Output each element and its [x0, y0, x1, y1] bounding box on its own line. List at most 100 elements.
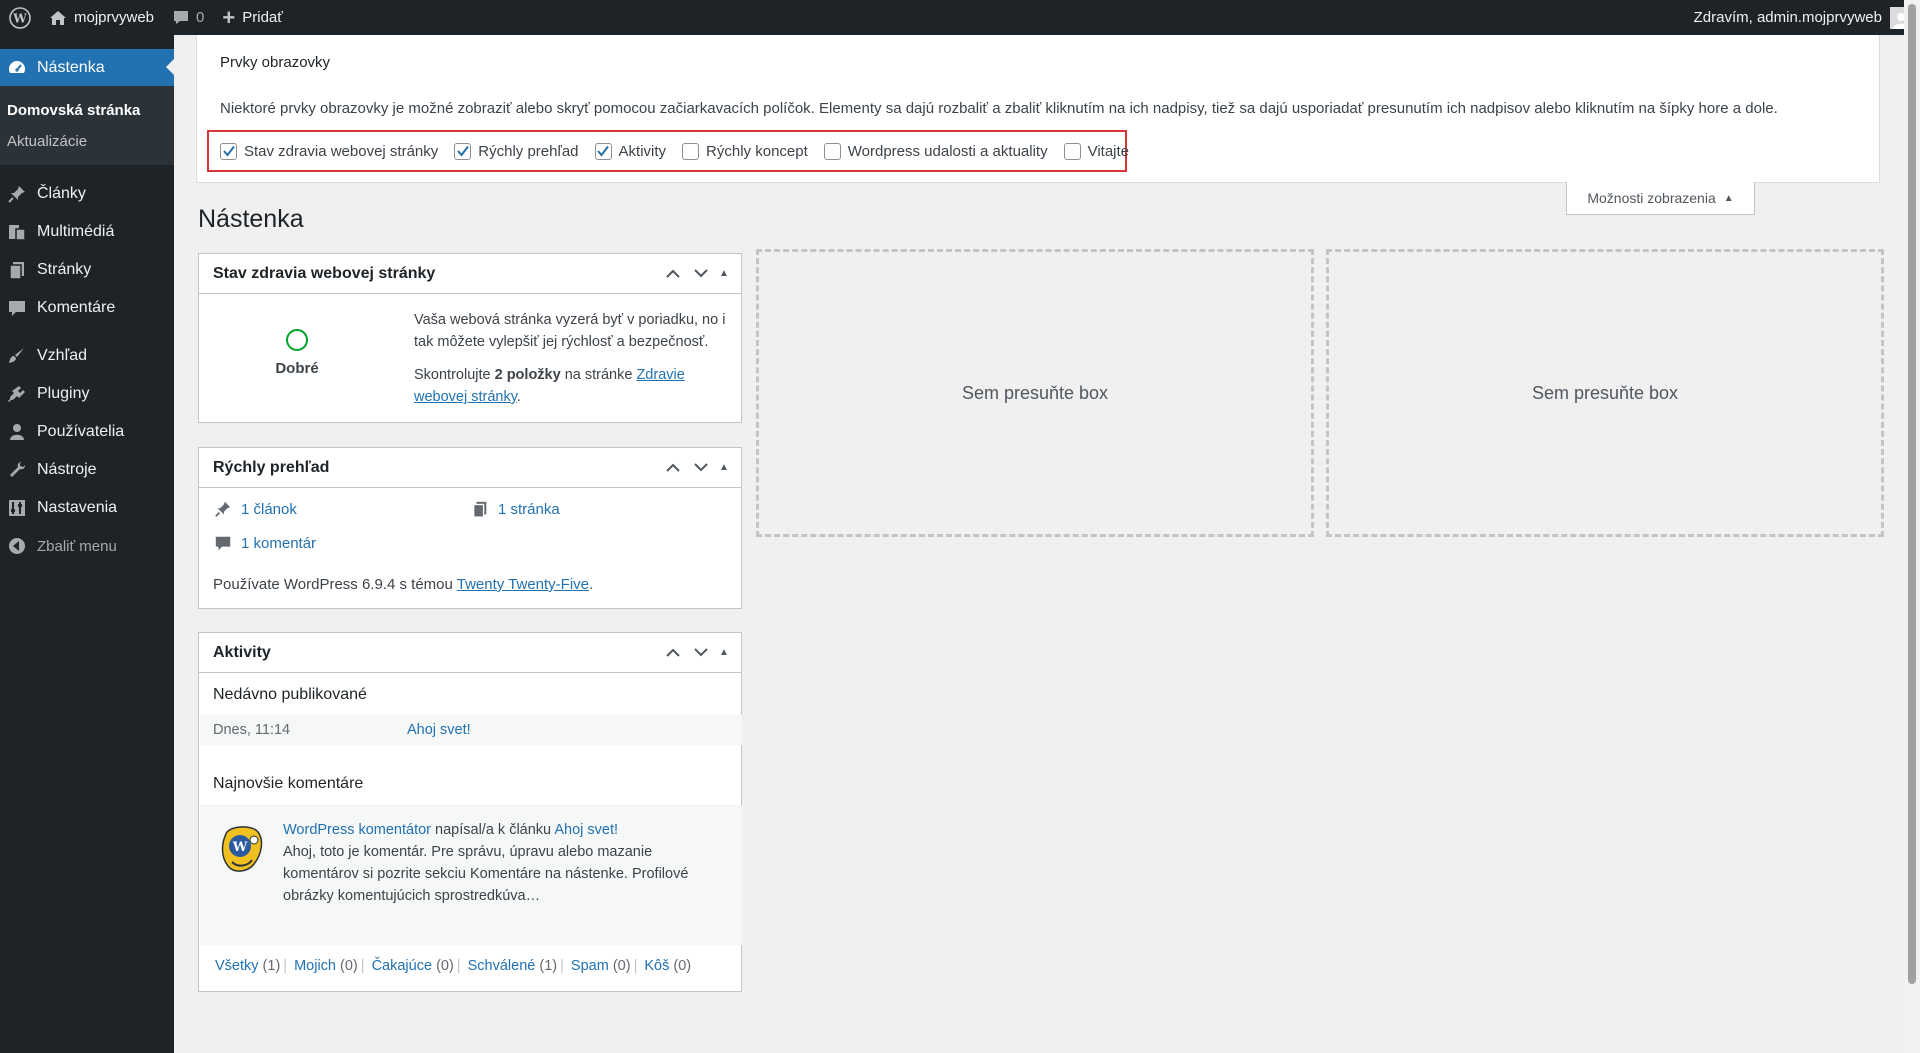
filter-pending-link[interactable]: Čakajúce	[372, 958, 432, 974]
widget-header[interactable]: Stav zdravia webovej stránky ▲	[199, 254, 741, 294]
checkbox-activity[interactable]: Aktivity	[594, 142, 666, 160]
pin-icon	[4, 184, 30, 204]
checkbox-at-a-glance[interactable]: Rýchly prehľad	[454, 142, 579, 160]
checkbox-box[interactable]	[823, 142, 841, 160]
collapse-toggle-icon[interactable]: ▲	[715, 647, 733, 658]
filter-all-link[interactable]: Všetky	[215, 958, 259, 974]
drop-zone-column-2[interactable]: Sem presuňte box	[756, 249, 1314, 537]
site-name: mojprvyweb	[74, 9, 155, 26]
wordpress-logo-icon[interactable]: W	[0, 0, 40, 35]
plus-icon: +	[222, 4, 236, 30]
screen-options-toggle-button[interactable]: Možnosti zobrazenia ▲	[1566, 182, 1755, 215]
widget-title: Aktivity	[213, 643, 271, 661]
menu-tools-label: Nástroje	[37, 461, 97, 478]
comments-link[interactable]: 0	[163, 0, 213, 35]
checkbox-box[interactable]	[454, 142, 472, 160]
checkbox-label: Rýchly koncept	[706, 142, 808, 160]
comment-icon	[4, 298, 30, 318]
plugin-icon	[4, 384, 30, 404]
site-health-widget: Stav zdravia webovej stránky ▲ Dobré Vaš…	[198, 253, 742, 423]
my-account-link[interactable]: Zdravím, admin.mojprvyweb	[1685, 0, 1920, 35]
menu-media[interactable]: Multimédiá	[0, 213, 174, 251]
menu-users-label: Používatelia	[37, 423, 125, 440]
menu-comments[interactable]: Komentáre	[0, 289, 174, 327]
submenu-updates[interactable]: Aktualizácie	[0, 126, 174, 157]
move-down-icon[interactable]	[687, 454, 715, 482]
svg-text:W: W	[12, 11, 27, 25]
menu-users[interactable]: Používatelia	[0, 413, 174, 451]
filter-mine-link[interactable]: Mojich	[294, 958, 336, 974]
svg-text:W: W	[232, 840, 248, 855]
menu-plugins-label: Pluginy	[37, 385, 90, 402]
comment-filter-links: Všetky (1) | Mojich (0) | Čakajúce (0) | Sc…	[215, 958, 692, 974]
glance-pages-link[interactable]: 1 stránka	[470, 500, 560, 518]
menu-posts[interactable]: Články	[0, 175, 174, 213]
comment-body: WordPress komentátor napísal/a k článku …	[283, 819, 723, 907]
theme-link[interactable]: Twenty Twenty-Five	[457, 576, 589, 593]
menu-plugins[interactable]: Pluginy	[0, 375, 174, 413]
comment-author-link[interactable]: WordPress komentátor	[283, 822, 431, 838]
checkbox-box[interactable]	[682, 142, 700, 160]
scrollbar-thumb[interactable]	[1908, 4, 1916, 984]
menu-appearance[interactable]: Vzhľad	[0, 337, 174, 375]
glance-footer: Používate WordPress 6.9.4 s témou Twenty…	[213, 576, 594, 593]
screen-options-toggle-label: Možnosti zobrazenia	[1587, 190, 1716, 206]
move-down-icon[interactable]	[687, 260, 715, 288]
comment-post-link[interactable]: Ahoj svet!	[554, 822, 618, 838]
glance-comments-link[interactable]: 1 komentár	[213, 534, 316, 552]
menu-dashboard[interactable]: Nástenka	[0, 49, 174, 86]
health-text-1: Vaša webová stránka vyzerá byť v poriadk…	[414, 312, 726, 350]
submenu-home[interactable]: Domovská stránka	[0, 95, 174, 126]
checkbox-box[interactable]	[220, 142, 237, 160]
pages-icon	[470, 500, 490, 518]
filter-approved-link[interactable]: Schválené	[468, 958, 536, 974]
menu-settings[interactable]: Nastavenia	[0, 489, 174, 527]
drop-zone-column-3[interactable]: Sem presuňte box	[1326, 249, 1884, 537]
menu-dashboard-label: Nástenka	[37, 58, 105, 76]
collapse-toggle-icon[interactable]: ▲	[715, 268, 733, 279]
checkbox-events-news[interactable]: Wordpress udalosti a aktuality	[823, 142, 1048, 160]
move-up-icon[interactable]	[659, 260, 687, 288]
menu-pages-label: Stránky	[37, 261, 92, 278]
move-down-icon[interactable]	[687, 639, 715, 667]
checkbox-label: Wordpress udalosti a aktuality	[847, 142, 1048, 160]
dashboard-icon	[4, 58, 30, 78]
recent-post-link[interactable]: Ahoj svet!	[407, 722, 471, 738]
collapse-menu-button[interactable]: Zbaliť menu	[0, 527, 174, 565]
glance-posts-link[interactable]: 1 článok	[213, 500, 297, 518]
widget-header[interactable]: Aktivity ▲	[199, 633, 741, 673]
new-content-link[interactable]: + Pridať	[213, 0, 292, 35]
move-up-icon[interactable]	[659, 454, 687, 482]
wrench-icon	[4, 460, 30, 480]
comments-count: 0	[196, 9, 205, 26]
checkbox-welcome[interactable]: Vitajte	[1063, 142, 1129, 160]
dashboard-submenu: Domovská stránka Aktualizácie	[0, 86, 174, 165]
health-text-2: Skontrolujte 2 položky na stránke Zdravi…	[414, 367, 685, 405]
menu-tools[interactable]: Nástroje	[0, 451, 174, 489]
checkbox-site-health[interactable]: Stav zdravia webovej stránky	[220, 142, 438, 160]
site-name-link[interactable]: mojprvyweb	[40, 0, 163, 35]
checkbox-box[interactable]	[1063, 142, 1081, 160]
health-status-circle-icon	[286, 329, 308, 351]
screen-options-description: Niektoré prvky obrazovky je možné zobraz…	[220, 100, 1778, 117]
screen-options-checkboxes-highlight: Stav zdravia webovej stránky Rýchly preh…	[207, 130, 1129, 172]
at-a-glance-widget: Rýchly prehľad ▲ 1 článok 1 stránka 1 ko…	[198, 447, 742, 609]
screen-options-title: Prvky obrazovky	[220, 54, 331, 71]
user-icon	[4, 422, 30, 442]
checkbox-box[interactable]	[594, 142, 612, 160]
widget-header[interactable]: Rýchly prehľad ▲	[199, 448, 741, 488]
health-status-label: Dobré	[275, 360, 319, 377]
commenter-avatar-icon: W	[218, 824, 266, 874]
checkbox-quick-draft[interactable]: Rýchly koncept	[682, 142, 808, 160]
home-icon	[49, 10, 67, 26]
collapse-menu-label: Zbaliť menu	[37, 537, 117, 555]
menu-media-label: Multimédiá	[37, 223, 115, 240]
filter-spam-link[interactable]: Spam	[571, 958, 609, 974]
page-scrollbar[interactable]	[1904, 0, 1920, 1053]
filter-trash-link[interactable]: Kôš	[644, 958, 669, 974]
move-up-icon[interactable]	[659, 639, 687, 667]
media-icon	[4, 222, 30, 242]
menu-pages[interactable]: Stránky	[0, 251, 174, 289]
collapse-toggle-icon[interactable]: ▲	[715, 462, 733, 473]
brush-icon	[4, 346, 30, 366]
